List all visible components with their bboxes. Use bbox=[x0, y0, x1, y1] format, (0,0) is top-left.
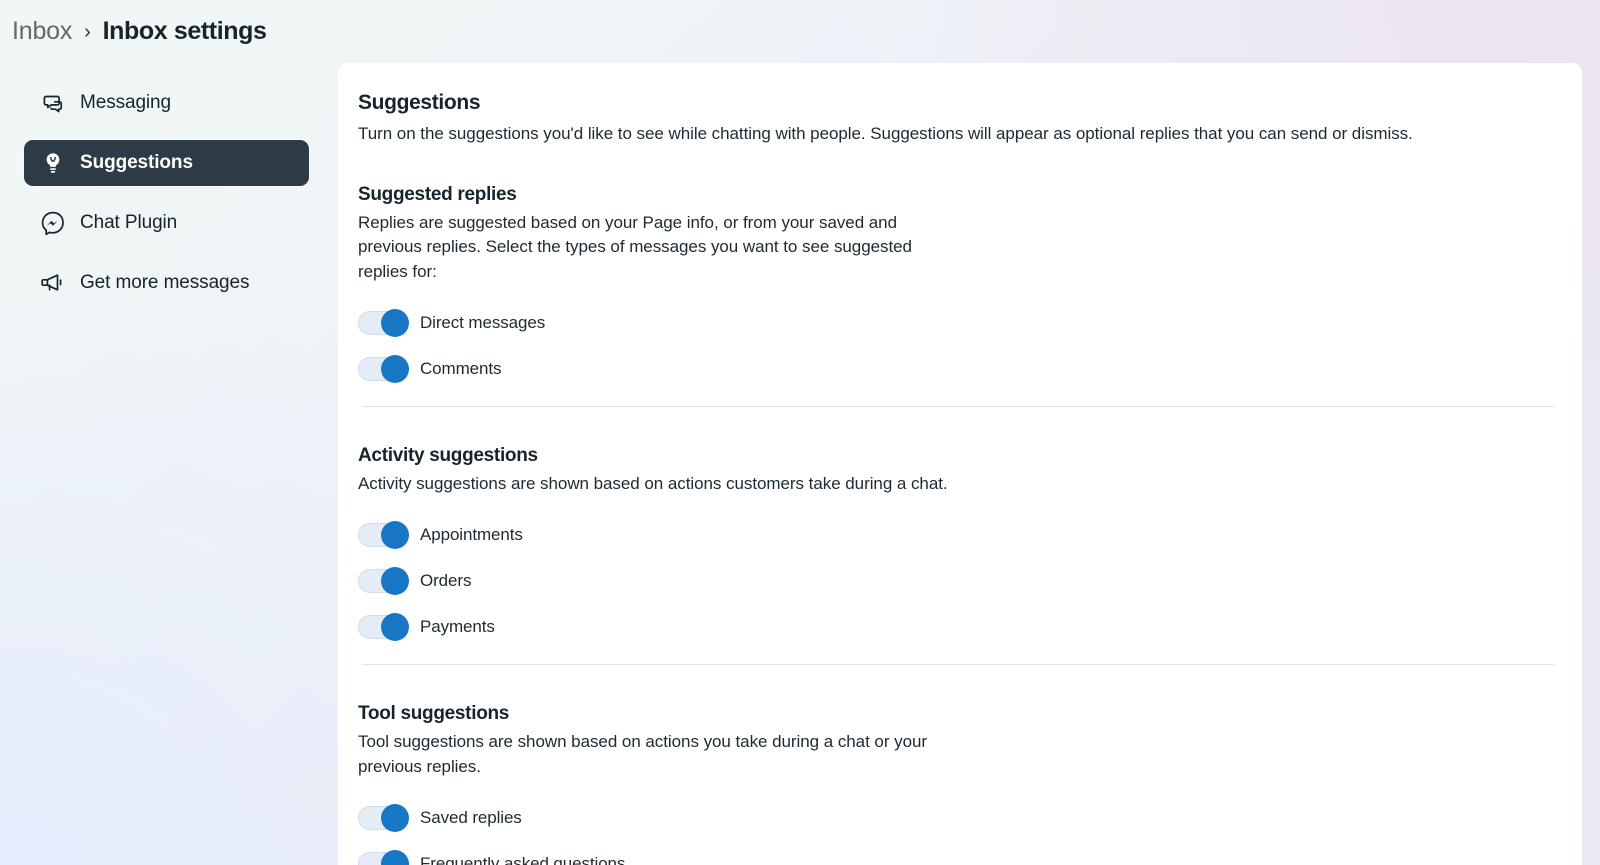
toggle-switch[interactable] bbox=[358, 567, 409, 596]
breadcrumb-link-inbox[interactable]: Inbox bbox=[12, 17, 72, 46]
toggle-row-comments[interactable]: Comments bbox=[358, 346, 1558, 392]
app-root: Inbox › Inbox settings Messaging Suggest… bbox=[0, 0, 1600, 865]
toggle-switch[interactable] bbox=[358, 803, 409, 832]
toggle-row-faq[interactable]: Frequently asked questions bbox=[358, 841, 1558, 865]
toggle-knob bbox=[381, 567, 409, 596]
sidebar-item-suggestions[interactable]: Suggestions bbox=[24, 140, 309, 186]
sidebar-item-label: Suggestions bbox=[80, 152, 193, 173]
toggle-switch[interactable] bbox=[358, 849, 409, 865]
section-suggested-replies: Suggested replies Replies are suggested … bbox=[358, 184, 1558, 408]
sidebar-item-label: Chat Plugin bbox=[80, 212, 178, 233]
toggle-row-payments[interactable]: Payments bbox=[358, 604, 1558, 650]
breadcrumb: Inbox › Inbox settings bbox=[12, 10, 267, 52]
sidebar-item-chat-plugin[interactable]: Chat Plugin bbox=[24, 200, 309, 246]
section-divider bbox=[362, 664, 1554, 666]
section-description: Tool suggestions are shown based on acti… bbox=[358, 732, 927, 776]
toggle-row-saved-replies[interactable]: Saved replies bbox=[358, 795, 1558, 841]
panel-title: Suggestions bbox=[358, 91, 481, 114]
toggle-knob bbox=[381, 521, 409, 550]
section-description: Replies are suggested based on your Page… bbox=[358, 213, 912, 281]
toggle-label: Saved replies bbox=[420, 807, 522, 827]
section-title: Activity suggestions bbox=[358, 445, 538, 467]
toggle-row-orders[interactable]: Orders bbox=[358, 558, 1558, 604]
toggle-knob bbox=[381, 803, 409, 832]
chat-bubbles-icon bbox=[40, 90, 66, 116]
section-activity-suggestions: Activity suggestions Activity suggestion… bbox=[358, 445, 1558, 666]
toggle-knob bbox=[381, 613, 409, 642]
toggle-label: Comments bbox=[420, 359, 502, 379]
toggle-knob bbox=[381, 355, 409, 384]
section-description: Activity suggestions are shown based on … bbox=[358, 474, 948, 494]
toggle-row-appointments[interactable]: Appointments bbox=[358, 512, 1558, 558]
toggle-switch[interactable] bbox=[358, 613, 409, 642]
toggle-label: Direct messages bbox=[420, 313, 546, 333]
toggle-list: Appointments Orders Payments bbox=[358, 512, 1558, 650]
toggle-knob bbox=[381, 849, 409, 865]
toggle-knob bbox=[381, 309, 409, 338]
page-title: Inbox settings bbox=[102, 16, 267, 45]
toggle-label: Frequently asked questions bbox=[420, 853, 626, 865]
section-divider bbox=[362, 406, 1554, 408]
section-tool-suggestions: Tool suggestions Tool suggestions are sh… bbox=[358, 703, 1558, 865]
sidebar-item-label: Get more messages bbox=[80, 272, 250, 293]
section-title: Tool suggestions bbox=[358, 703, 510, 725]
toggle-label: Appointments bbox=[420, 525, 523, 545]
section-title: Suggested replies bbox=[358, 184, 517, 206]
messenger-icon bbox=[40, 210, 66, 236]
sidebar-item-label: Messaging bbox=[80, 92, 171, 113]
toggle-label: Orders bbox=[420, 571, 472, 591]
toggle-row-direct-messages[interactable]: Direct messages bbox=[358, 300, 1558, 346]
megaphone-icon bbox=[40, 270, 66, 296]
sidebar-item-messaging[interactable]: Messaging bbox=[24, 80, 309, 126]
toggle-switch[interactable] bbox=[358, 521, 409, 550]
toggle-list: Saved replies Frequently asked questions bbox=[358, 795, 1558, 865]
toggle-label: Payments bbox=[420, 617, 495, 637]
toggle-switch[interactable] bbox=[358, 309, 409, 338]
breadcrumb-separator-icon: › bbox=[84, 20, 91, 43]
lightbulb-icon bbox=[40, 150, 66, 176]
toggle-switch[interactable] bbox=[358, 355, 409, 384]
panel-description: Turn on the suggestions you'd like to se… bbox=[358, 124, 1413, 143]
sidebar: Messaging Suggestions Chat Plugin Get mo… bbox=[0, 62, 337, 865]
sidebar-item-get-more-messages[interactable]: Get more messages bbox=[24, 260, 309, 306]
toggle-list: Direct messages Comments bbox=[358, 300, 1558, 392]
settings-panel: Suggestions Turn on the suggestions you'… bbox=[338, 63, 1582, 865]
